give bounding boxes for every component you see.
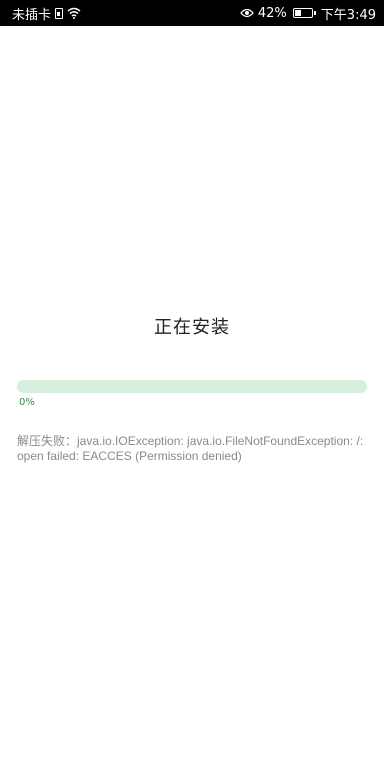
error-message: 解压失败：java.io.IOException: java.io.FileNo… [17,434,364,463]
clock-time: 下午3:49 [320,7,376,23]
install-screen: 正在安装 0% 解压失败：java.io.IOException: java.i… [0,26,384,768]
carrier-text: 未插卡 [12,7,52,23]
page-title: 正在安装 [154,317,230,338]
progress-percent-label: 0% [19,397,35,408]
battery-icon [292,8,316,18]
wifi-icon [67,7,81,19]
status-bar: 未插卡 42% 下午3:49 [0,0,384,26]
status-bar-right: 42% 下午3:49 [240,4,376,23]
sim-icon [55,7,64,19]
battery-fill [294,10,301,16]
battery-percent: 42% [257,5,287,21]
progress-bar [17,380,367,393]
eye-icon [240,8,254,18]
status-bar-left: 未插卡 [12,4,81,23]
